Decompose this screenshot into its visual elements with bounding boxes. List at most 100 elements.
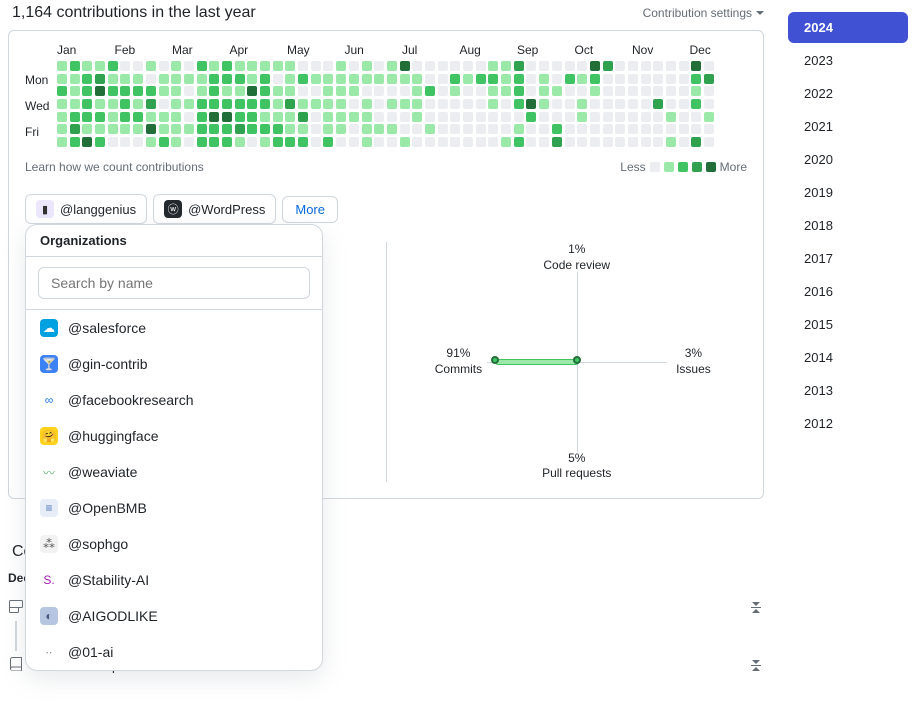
contribution-cell[interactable] [463, 112, 473, 122]
contribution-cell[interactable] [323, 61, 333, 71]
contribution-cell[interactable] [222, 99, 232, 109]
contribution-cell[interactable] [235, 74, 245, 84]
contribution-cell[interactable] [323, 137, 333, 147]
contribution-cell[interactable] [704, 86, 714, 96]
contribution-cell[interactable] [666, 124, 676, 134]
contribution-cell[interactable] [577, 124, 587, 134]
contribution-cell[interactable] [691, 74, 701, 84]
contribution-cell[interactable] [57, 61, 67, 71]
contribution-cell[interactable] [349, 137, 359, 147]
contribution-cell[interactable] [108, 74, 118, 84]
contribution-cell[interactable] [590, 112, 600, 122]
contribution-cell[interactable] [273, 61, 283, 71]
contribution-cell[interactable] [285, 112, 295, 122]
contribution-cell[interactable] [209, 99, 219, 109]
contribution-cell[interactable] [57, 124, 67, 134]
contribution-cell[interactable] [235, 61, 245, 71]
contribution-cell[interactable] [603, 74, 613, 84]
contribution-cell[interactable] [57, 137, 67, 147]
contribution-cell[interactable] [133, 112, 143, 122]
contribution-cell[interactable] [171, 137, 181, 147]
contribution-cell[interactable] [666, 74, 676, 84]
contribution-cell[interactable] [603, 137, 613, 147]
contribution-cell[interactable] [146, 112, 156, 122]
contribution-cell[interactable] [209, 137, 219, 147]
contribution-cell[interactable] [412, 74, 422, 84]
contribution-cell[interactable] [450, 99, 460, 109]
contribution-cell[interactable] [197, 61, 207, 71]
contribution-cell[interactable] [539, 86, 549, 96]
contribution-cell[interactable] [476, 124, 486, 134]
contribution-cell[interactable] [666, 61, 676, 71]
contribution-cell[interactable] [285, 137, 295, 147]
contribution-cell[interactable] [146, 99, 156, 109]
contribution-cell[interactable] [438, 112, 448, 122]
contribution-cell[interactable] [323, 112, 333, 122]
contribution-cell[interactable] [159, 99, 169, 109]
collapse-icon[interactable] [748, 602, 764, 613]
contribution-cell[interactable] [120, 86, 130, 96]
contribution-cell[interactable] [412, 99, 422, 109]
contribution-cell[interactable] [679, 86, 689, 96]
contribution-cell[interactable] [425, 124, 435, 134]
contribution-cell[interactable] [311, 61, 321, 71]
contribution-cell[interactable] [133, 99, 143, 109]
contribution-cell[interactable] [577, 61, 587, 71]
contribution-cell[interactable] [273, 124, 283, 134]
year-filter-2022[interactable]: 2022 [788, 78, 908, 109]
contribution-cell[interactable] [463, 86, 473, 96]
contribution-cell[interactable] [336, 137, 346, 147]
contribution-cell[interactable] [133, 124, 143, 134]
contribution-cell[interactable] [514, 74, 524, 84]
contribution-cell[interactable] [463, 99, 473, 109]
contribution-cell[interactable] [260, 112, 270, 122]
contribution-cell[interactable] [615, 124, 625, 134]
contribution-cell[interactable] [374, 86, 384, 96]
contribution-cell[interactable] [565, 61, 575, 71]
contribution-cell[interactable] [679, 99, 689, 109]
contribution-cell[interactable] [488, 86, 498, 96]
contribution-cell[interactable] [387, 61, 397, 71]
contribution-cell[interactable] [171, 112, 181, 122]
year-filter-2013[interactable]: 2013 [788, 375, 908, 406]
contribution-cell[interactable] [438, 86, 448, 96]
contribution-cell[interactable] [108, 137, 118, 147]
contribution-cell[interactable] [476, 99, 486, 109]
contribution-cell[interactable] [362, 74, 372, 84]
contribution-cell[interactable] [526, 74, 536, 84]
contribution-cell[interactable] [412, 61, 422, 71]
contribution-cell[interactable] [615, 86, 625, 96]
learn-contributions-link[interactable]: Learn how we count contributions [25, 160, 204, 174]
contribution-cell[interactable] [95, 61, 105, 71]
contribution-cell[interactable] [552, 99, 562, 109]
contribution-cell[interactable] [704, 99, 714, 109]
contribution-cell[interactable] [628, 86, 638, 96]
contribution-cell[interactable] [197, 86, 207, 96]
contribution-cell[interactable] [450, 124, 460, 134]
contribution-cell[interactable] [603, 124, 613, 134]
contribution-cell[interactable] [311, 74, 321, 84]
year-filter-2014[interactable]: 2014 [788, 342, 908, 373]
contribution-cell[interactable] [514, 99, 524, 109]
contribution-cell[interactable] [374, 61, 384, 71]
contribution-cell[interactable] [222, 112, 232, 122]
contribution-cell[interactable] [336, 99, 346, 109]
contribution-cell[interactable] [159, 86, 169, 96]
contribution-cell[interactable] [691, 99, 701, 109]
contribution-cell[interactable] [565, 99, 575, 109]
contribution-cell[interactable] [349, 61, 359, 71]
contribution-cell[interactable] [108, 86, 118, 96]
contribution-cell[interactable] [120, 124, 130, 134]
org-menu-item[interactable]: ◐@AIGODLIKE [26, 598, 322, 634]
org-more-button[interactable]: More [282, 196, 338, 223]
contribution-cell[interactable] [400, 112, 410, 122]
contribution-cell[interactable] [679, 124, 689, 134]
contribution-cell[interactable] [628, 124, 638, 134]
contribution-cell[interactable] [653, 137, 663, 147]
contribution-cell[interactable] [628, 112, 638, 122]
contribution-cell[interactable] [311, 124, 321, 134]
contribution-cell[interactable] [247, 124, 257, 134]
contribution-cell[interactable] [387, 74, 397, 84]
contribution-cell[interactable] [197, 124, 207, 134]
contribution-cell[interactable] [501, 61, 511, 71]
